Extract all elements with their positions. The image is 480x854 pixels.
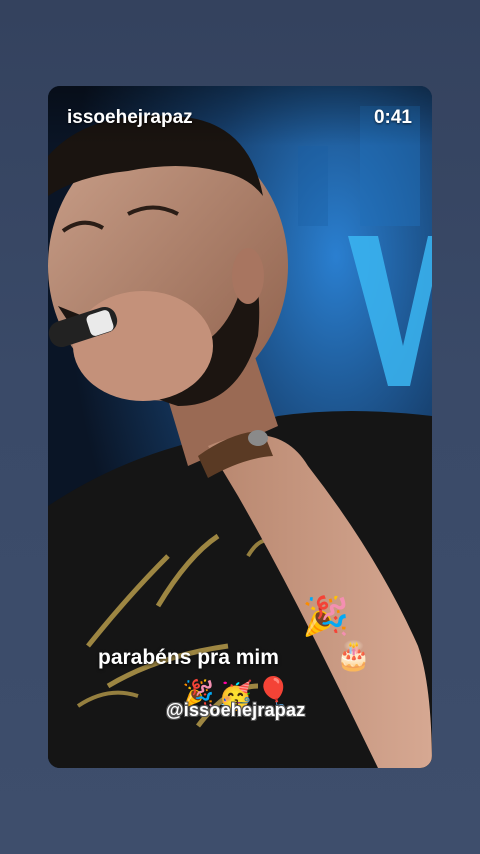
username-label[interactable]: issoehejrapaz [67,107,193,129]
party-popper-icon: 🎉 [302,596,350,638]
watermark-handle: @issoehejrapaz [166,700,306,720]
video-duration: 0:41 [373,107,412,128]
story-caption: parabéns pra mim [98,646,279,669]
birthday-cake-icon: 🎂 [336,640,371,671]
story-video-card[interactable]: issoehejrapaz 0:41 🎉 parabéns pra mim 🎂 … [48,86,432,768]
